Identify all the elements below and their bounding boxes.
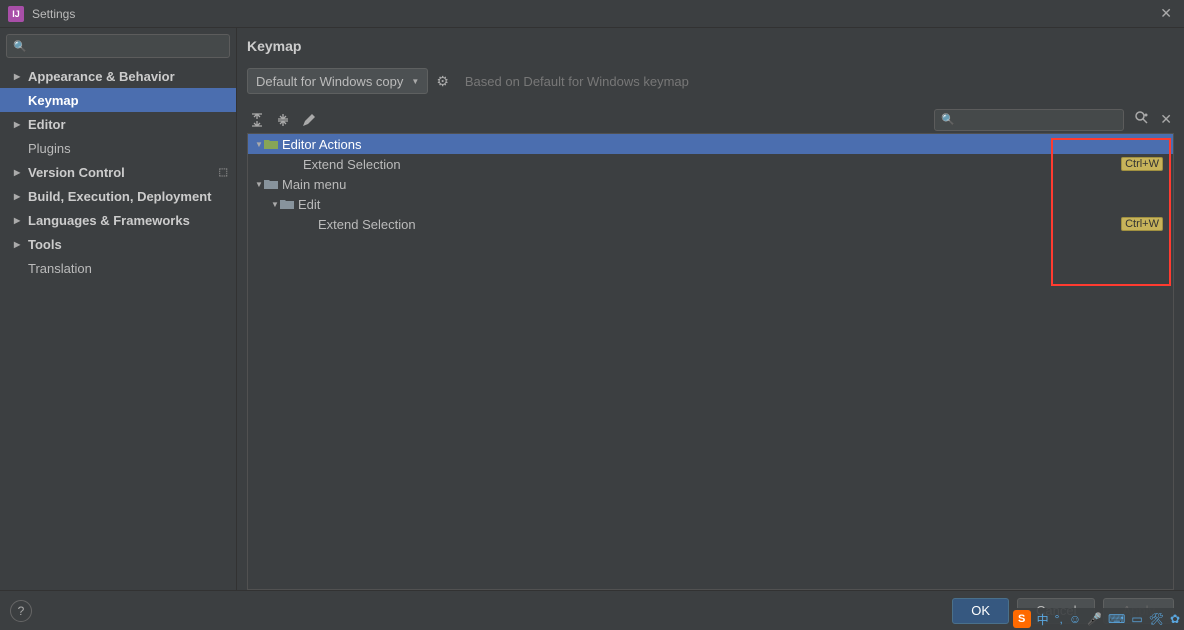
sidebar-item-label: Plugins [28,141,71,156]
window-title: Settings [32,7,75,21]
system-tray: S 中 °, ☺ 🎤 ⌨ ▭ 🛠 ✿ [1009,608,1184,630]
settings-search[interactable]: 🔍 [6,34,230,58]
sidebar-item-label: Keymap [28,93,79,108]
sidebar-item-label: Build, Execution, Deployment [28,189,211,204]
tray-emoji-icon[interactable]: ☺ [1069,612,1081,626]
action-toolbar: 🔍 ✕ [247,106,1174,134]
sidebar-item-editor[interactable]: ▶Editor [0,112,236,136]
keymap-scheme-dropdown[interactable]: Default for Windows copy ▼ [247,68,428,94]
tray-tool-icon[interactable]: 🛠 [1149,612,1164,626]
sidebar-item-plugins[interactable]: ▶Plugins [0,136,236,160]
folder-icon [280,198,294,210]
page-title: Keymap [247,38,1174,54]
tree-node-label: Extend Selection [303,157,401,172]
sidebar-item-tools[interactable]: ▶Tools [0,232,236,256]
action-search-input[interactable] [959,113,1117,127]
chevron-down-icon: ▼ [254,180,264,189]
chevron-down-icon: ▼ [270,200,280,209]
tree-node-label: Edit [298,197,320,212]
tray-punct-icon[interactable]: °, [1055,612,1063,626]
keymap-toolbar: Default for Windows copy ▼ ⚙ Based on De… [247,68,1174,94]
app-icon: IJ [8,6,24,22]
tree-node-label: Extend Selection [318,217,416,232]
tree-node-edit[interactable]: ▼ Edit [248,194,1173,214]
tray-skin-icon[interactable]: ▭ [1131,612,1142,626]
sidebar-item-appearance[interactable]: ▶Appearance & Behavior [0,64,236,88]
tree-leaf-extend-selection[interactable]: Extend Selection Ctrl+W [248,214,1173,234]
tree-node-label: Main menu [282,177,346,192]
sidebar-item-label: Translation [28,261,92,276]
edit-icon[interactable] [301,112,317,128]
sidebar-item-label: Tools [28,237,62,252]
sidebar-item-label: Languages & Frameworks [28,213,190,228]
chevron-down-icon: ▼ [411,77,419,86]
sidebar-item-build[interactable]: ▶Build, Execution, Deployment [0,184,236,208]
tree-node-main-menu[interactable]: ▼ Main menu [248,174,1173,194]
sidebar-item-version-control[interactable]: ▶Version Control⬚ [0,160,236,184]
ime-lang-icon[interactable]: 中 [1037,611,1049,628]
sogou-ime-icon[interactable]: S [1013,610,1031,628]
help-button[interactable]: ? [10,600,32,622]
sidebar-item-languages[interactable]: ▶Languages & Frameworks [0,208,236,232]
settings-tree: ▶Appearance & Behavior ▶Keymap ▶Editor ▶… [0,64,236,590]
dropdown-value: Default for Windows copy [256,74,403,89]
keymap-hint: Based on Default for Windows keymap [465,74,689,89]
expand-all-icon[interactable] [249,112,265,128]
gear-icon[interactable]: ⚙ [436,73,449,90]
sidebar-item-label: Version Control [28,165,125,180]
tray-keyboard-icon[interactable]: ⌨ [1108,612,1125,626]
sidebar-item-translation[interactable]: ▶Translation [0,256,236,280]
search-icon: 🔍 [13,40,27,53]
tray-settings-icon[interactable]: ✿ [1170,612,1180,626]
keymap-action-tree[interactable]: ▼ Editor Actions Extend Selection Ctrl+W… [247,134,1174,590]
search-icon: 🔍 [941,113,955,126]
settings-content: Keymap Default for Windows copy ▼ ⚙ Base… [237,28,1184,590]
shortcut-badge: Ctrl+W [1121,157,1163,171]
tree-node-label: Editor Actions [282,137,362,152]
ok-button[interactable]: OK [952,598,1009,624]
sidebar-item-keymap[interactable]: ▶Keymap [0,88,236,112]
project-badge-icon: ⬚ [219,167,228,178]
find-by-shortcut-icon[interactable] [1134,110,1150,129]
settings-sidebar: 🔍 ▶Appearance & Behavior ▶Keymap ▶Editor… [0,28,237,590]
close-icon[interactable]: ✕ [1156,5,1176,22]
titlebar: IJ Settings ✕ [0,0,1184,28]
tree-node-editor-actions[interactable]: ▼ Editor Actions [248,134,1173,154]
sidebar-item-label: Appearance & Behavior [28,69,175,84]
action-search[interactable]: 🔍 [934,109,1124,131]
tree-leaf-extend-selection[interactable]: Extend Selection Ctrl+W [248,154,1173,174]
chevron-down-icon: ▼ [254,140,264,149]
settings-search-input[interactable] [31,39,223,53]
clear-search-icon[interactable]: ✕ [1160,111,1172,128]
tray-mic-icon[interactable]: 🎤 [1087,612,1102,626]
dialog-footer: ? OK Cancel Apply [0,590,1184,630]
sidebar-item-label: Editor [28,117,66,132]
collapse-all-icon[interactable] [275,112,291,128]
folder-icon [264,178,278,190]
shortcut-badge: Ctrl+W [1121,217,1163,231]
folder-icon [264,138,278,150]
